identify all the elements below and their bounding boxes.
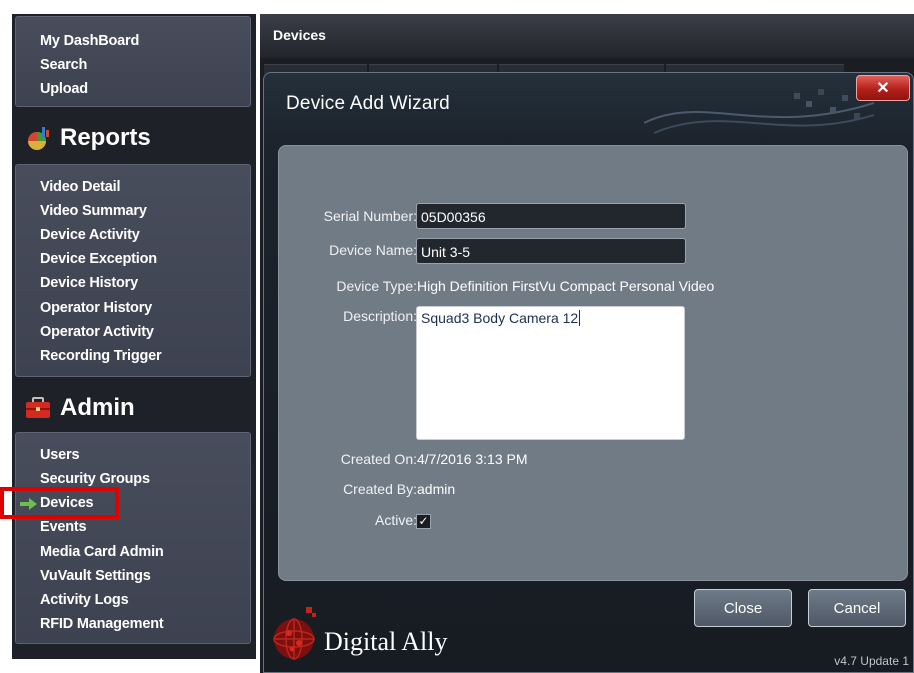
sidebar-item-operator-activity[interactable]: Operator Activity: [40, 324, 154, 340]
sidebar-item-security-groups[interactable]: Security Groups: [40, 471, 150, 487]
sidebar-panel-top: My DashBoard Search Upload: [15, 16, 251, 107]
sidebar: My DashBoard Search Upload Reports Video…: [12, 14, 256, 659]
app-window: My DashBoard Search Upload Reports Video…: [0, 0, 914, 673]
close-icon: ✕: [876, 80, 890, 97]
main-header-bar: Devices: [260, 14, 914, 58]
sidebar-item-operator-history[interactable]: Operator History: [40, 300, 152, 316]
sidebar-panel-reports: Video Detail Video Summary Device Activi…: [15, 164, 251, 377]
sidebar-item-device-exception[interactable]: Device Exception: [40, 251, 157, 267]
logo-text: Digital Ally: [324, 627, 448, 656]
reports-title: Reports: [60, 124, 151, 151]
sidebar-item-users[interactable]: Users: [40, 447, 80, 463]
sidebar-item-my-dashboard[interactable]: My DashBoard: [40, 33, 139, 49]
sidebar-item-upload[interactable]: Upload: [40, 81, 88, 97]
devices-highlight-box: [0, 487, 119, 519]
cancel-button[interactable]: Cancel: [808, 589, 906, 627]
sidebar-item-media-card-admin[interactable]: Media Card Admin: [40, 544, 164, 560]
description-label: Description:: [343, 308, 417, 324]
device-add-wizard-dialog: Device Add Wizard ✕ Serial Number: 05D00…: [263, 72, 914, 673]
toolbox-icon: [24, 395, 52, 421]
device-form-panel: Serial Number: 05D00356 Device Name: Uni…: [278, 145, 908, 581]
active-label: Active:: [374, 512, 417, 528]
description-textarea[interactable]: Squad3 Body Camera 12: [416, 306, 685, 440]
device-name-input[interactable]: Unit 3-5: [416, 238, 686, 264]
serial-number-label: Serial Number:: [323, 208, 417, 224]
sidebar-item-events[interactable]: Events: [40, 519, 87, 535]
created-by-label: Created By:: [343, 481, 417, 497]
sidebar-item-device-history[interactable]: Device History: [40, 275, 138, 291]
sidebar-item-search[interactable]: Search: [40, 57, 87, 73]
serial-number-input[interactable]: 05D00356: [416, 203, 686, 229]
admin-header: Admin: [24, 394, 135, 422]
reports-header: Reports: [24, 124, 151, 152]
created-by-value: admin: [417, 481, 456, 497]
created-on-value: 4/7/2016 3:13 PM: [417, 451, 528, 467]
active-checkbox[interactable]: ✓: [416, 514, 431, 529]
device-type-value: High Definition FirstVu Compact Personal…: [417, 278, 715, 294]
description-value: Squad3 Body Camera 12: [421, 310, 579, 326]
created-on-label: Created On:: [340, 451, 417, 467]
sidebar-item-video-detail[interactable]: Video Detail: [40, 179, 121, 195]
device-name-label: Device Name:: [329, 242, 417, 258]
close-button-label: Close: [723, 599, 763, 617]
sidebar-item-device-activity[interactable]: Device Activity: [40, 227, 140, 243]
cancel-button-label: Cancel: [833, 599, 881, 617]
sidebar-panel-admin: Users Security Groups Devices Events Med…: [15, 432, 251, 644]
text-cursor: [579, 310, 581, 326]
right-arrow-icon: [20, 497, 38, 515]
sidebar-item-activity-logs[interactable]: Activity Logs: [40, 592, 129, 608]
serial-number-value: 05D00356: [421, 209, 486, 225]
sidebar-item-video-summary[interactable]: Video Summary: [40, 203, 147, 219]
admin-title: Admin: [60, 394, 135, 421]
globe-logo-icon: [273, 607, 316, 660]
dialog-close-x-button[interactable]: ✕: [856, 75, 910, 101]
dialog-header-decoration: [644, 89, 874, 134]
sidebar-item-rfid-management[interactable]: RFID Management: [40, 616, 164, 632]
chart-icon: [24, 124, 52, 152]
page-title: Devices: [273, 27, 326, 43]
version-label: v4.7 Update 1: [834, 654, 909, 668]
dialog-title: Device Add Wizard: [286, 93, 450, 114]
device-name-value: Unit 3-5: [421, 244, 471, 260]
device-type-label: Device Type:: [336, 278, 417, 294]
sidebar-item-vuvault-settings[interactable]: VuVault Settings: [40, 568, 151, 584]
digital-ally-logo: Digital Ally: [272, 605, 448, 663]
close-button[interactable]: Close: [694, 589, 792, 627]
checkmark-icon: ✓: [418, 514, 429, 528]
sidebar-item-recording-trigger[interactable]: Recording Trigger: [40, 348, 162, 364]
